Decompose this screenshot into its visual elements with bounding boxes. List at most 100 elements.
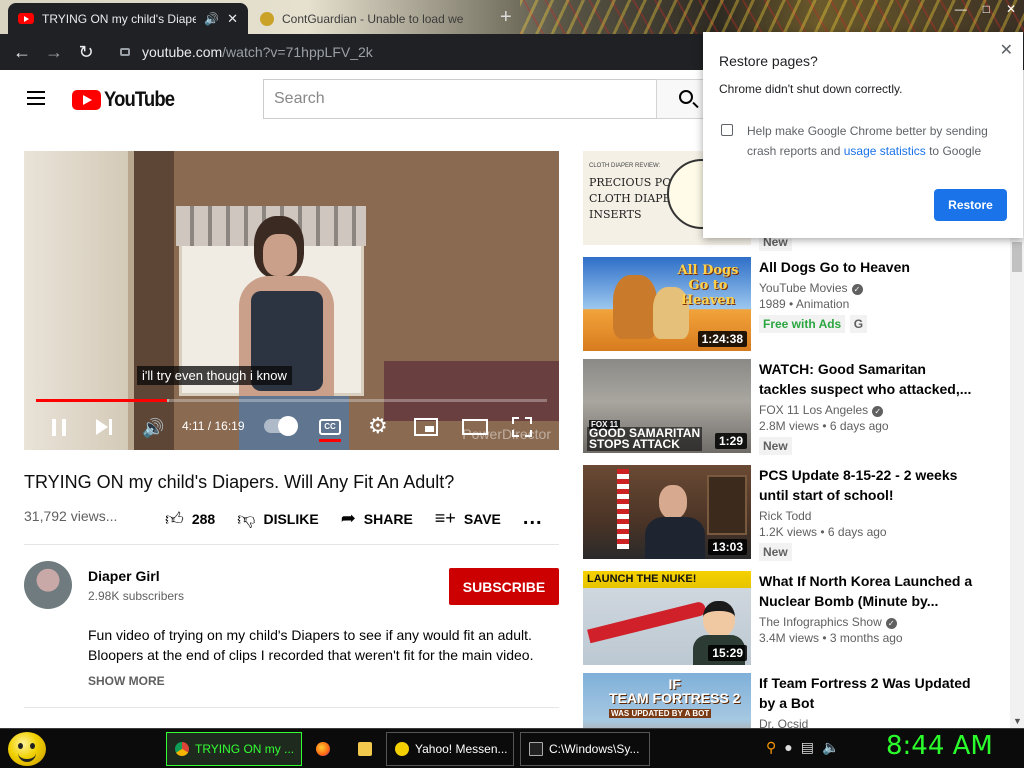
crash-report-checkbox[interactable] <box>721 124 733 136</box>
recommendation-thumbnail[interactable]: 13:03 <box>583 465 751 559</box>
restore-pages-dialog: Restore pages? ✕ Chrome didn't shut down… <box>703 32 1023 238</box>
theme-artwork <box>520 0 1024 34</box>
recommendation-meta: If Team Fortress 2 Was Updated by a Bot … <box>759 673 974 728</box>
thumb-text: CLOTH DIAPER REVIEW: <box>589 163 661 169</box>
save-playlist-icon: ≡+ <box>434 508 456 528</box>
search-button[interactable] <box>656 79 706 119</box>
channel-avatar[interactable] <box>24 561 72 609</box>
taskbar-item-folder[interactable] <box>350 732 380 766</box>
scrollbar-thumb[interactable] <box>1012 242 1022 272</box>
close-icon[interactable]: ✕ <box>1000 40 1013 60</box>
maximize-icon[interactable]: □ <box>983 2 990 16</box>
taskbar-item-yahoo-messenger[interactable]: Yahoo! Messen... <box>386 732 514 766</box>
recommendation-channel: The Infographics Show ✓ <box>759 615 974 629</box>
recommendation-item[interactable]: LAUNCH THE NUKE! 15:29 What If North Kor… <box>583 571 1003 665</box>
new-tab-icon[interactable]: + <box>500 6 512 29</box>
recommendation-thumbnail[interactable]: All Dogs Go to Heaven 1:24:38 <box>583 257 751 351</box>
speaker-icon[interactable]: 🔈 <box>822 739 839 756</box>
search-input[interactable]: Search <box>263 79 657 119</box>
close-window-icon[interactable]: ✕ <box>1006 2 1016 16</box>
thumb-text: IF TEAM FORTRESS 2 <box>609 676 741 706</box>
youtube-logo[interactable]: YouTube <box>72 88 184 112</box>
recommendation-thumbnail[interactable]: FOX 11 GOOD SAMARITAN STOPS ATTACK 1:29 <box>583 359 751 453</box>
window-controls: — □ ✕ <box>955 2 1016 16</box>
taskbar-item-chrome[interactable]: TRYING ON my ... <box>166 732 302 766</box>
taskbar: TRYING ON my ... Yahoo! Messen... C:\Win… <box>0 728 1024 768</box>
rating-badge: G <box>849 315 868 333</box>
save-button[interactable]: ≡+ SAVE <box>435 508 501 529</box>
page-scrollbar[interactable]: ▼ <box>1010 238 1024 728</box>
tab-youtube[interactable]: TRYING ON my child's Diape 🔊 ✕ <box>8 3 248 34</box>
more-actions-icon[interactable]: ... <box>523 507 543 530</box>
scroll-down-icon[interactable]: ▼ <box>1013 716 1022 726</box>
description-line: Bloopers at the end of clips I recorded … <box>88 647 534 663</box>
player-controls: 🔊 4:11 / 16:19 CC ⚙ <box>24 409 559 445</box>
fullscreen-icon[interactable] <box>512 417 532 437</box>
dislike-button[interactable]: 👎︎ DISLIKE <box>237 508 319 530</box>
taskbar-label: Yahoo! Messen... <box>415 742 508 756</box>
settings-gear-icon[interactable]: ⚙ <box>368 413 388 439</box>
status-icon[interactable]: ● <box>784 739 792 756</box>
miniplayer-icon[interactable] <box>414 418 438 436</box>
like-button[interactable]: 👍︎ 288 <box>165 508 215 530</box>
share-button[interactable]: ➦ SHARE <box>341 508 413 529</box>
close-tab-icon[interactable]: ✕ <box>227 11 238 27</box>
recommendation-title: If Team Fortress 2 Was Updated by a Bot <box>759 675 971 711</box>
recommendation-meta: What If North Korea Launched a Nuclear B… <box>759 571 974 645</box>
volume-icon[interactable]: 🔊 <box>142 418 164 439</box>
speaker-icon[interactable]: 🔊 <box>204 12 219 26</box>
video-description: Fun video of trying on my child's Diaper… <box>88 625 558 665</box>
recommendation-title: What If North Korea Launched a Nuclear B… <box>759 573 973 609</box>
show-more-button[interactable]: SHOW MORE <box>88 674 165 688</box>
pause-icon[interactable] <box>52 419 66 436</box>
system-tray: ⚲ ● ▤ 🔈 <box>766 739 839 756</box>
view-count[interactable]: 31,792 views... <box>24 508 117 524</box>
recommendation-meta: WATCH: Good Samaritan tackles suspect wh… <box>759 359 974 455</box>
subscribe-button[interactable]: SUBSCRIBE <box>449 568 559 605</box>
usage-statistics-link[interactable]: usage statistics <box>844 144 926 158</box>
autoplay-toggle[interactable] <box>264 416 298 436</box>
forward-icon[interactable]: → <box>38 42 70 63</box>
thumb-missile <box>587 600 707 644</box>
recommendation-title: All Dogs Go to Heaven <box>759 259 910 275</box>
network-icon[interactable]: ▤ <box>801 739 814 756</box>
recommendation-thumbnail[interactable]: IF TEAM FORTRESS 2 WAS UPDATED BY A BOT <box>583 673 751 728</box>
recommendation-item[interactable]: FOX 11 GOOD SAMARITAN STOPS ATTACK 1:29 … <box>583 359 1003 455</box>
next-icon[interactable] <box>96 419 112 436</box>
video-player[interactable]: i'll try even though i know PowerDirecto… <box>24 151 559 450</box>
menu-icon[interactable] <box>27 91 45 105</box>
recommendation-meta: All Dogs Go to Heaven YouTube Movies ✓ 19… <box>759 257 974 333</box>
thumb-shelf <box>707 475 747 535</box>
restore-button[interactable]: Restore <box>934 189 1007 221</box>
recommendation-info: 1.2K views • 6 days ago <box>759 525 887 539</box>
taskbar-item-cmd[interactable]: C:\Windows\Sy... <box>520 732 650 766</box>
reload-icon[interactable]: ↻ <box>70 42 102 63</box>
recommendation-item[interactable]: IF TEAM FORTRESS 2 WAS UPDATED BY A BOT … <box>583 673 1003 728</box>
start-button-smiley-icon[interactable] <box>8 732 46 766</box>
yahoo-smiley-icon <box>395 742 409 756</box>
progress-bar[interactable] <box>36 399 547 402</box>
theater-mode-icon[interactable] <box>462 419 488 435</box>
address-bar[interactable]: youtube.com/watch?v=71hppLFV_2k <box>108 38 708 66</box>
lock-icon[interactable] <box>120 48 130 56</box>
minimize-icon[interactable]: — <box>955 2 967 16</box>
taskbar-item-firefox[interactable] <box>308 732 338 766</box>
back-icon[interactable]: ← <box>6 42 38 63</box>
search-icon[interactable]: ⚲ <box>766 739 776 756</box>
taskbar-clock[interactable]: 8:44 AM <box>886 731 993 761</box>
duration-badge: 13:03 <box>708 539 747 555</box>
tab-contguardian[interactable]: ContGuardian - Unable to load we <box>250 3 490 34</box>
recommendation-thumbnail[interactable]: LAUNCH THE NUKE! 15:29 <box>583 571 751 665</box>
recommendation-item[interactable]: 13:03 PCS Update 8-15-22 - 2 weeks until… <box>583 465 1003 561</box>
new-badge: New <box>759 437 792 455</box>
console-icon <box>529 742 543 756</box>
thumb-dog-figure <box>613 275 657 339</box>
video-title: TRYING ON my child's Diapers. Will Any F… <box>24 472 455 492</box>
recommendation-item[interactable]: All Dogs Go to Heaven 1:24:38 All Dogs G… <box>583 257 1003 351</box>
taskbar-label: TRYING ON my ... <box>195 742 295 756</box>
channel-name[interactable]: Diaper Girl <box>88 568 160 584</box>
thumb-text: WAS UPDATED BY A BOT <box>609 709 712 718</box>
thumbs-up-icon: 👍︎ <box>165 508 184 529</box>
dialog-title: Restore pages? <box>719 53 818 69</box>
captions-icon[interactable]: CC <box>319 419 341 435</box>
